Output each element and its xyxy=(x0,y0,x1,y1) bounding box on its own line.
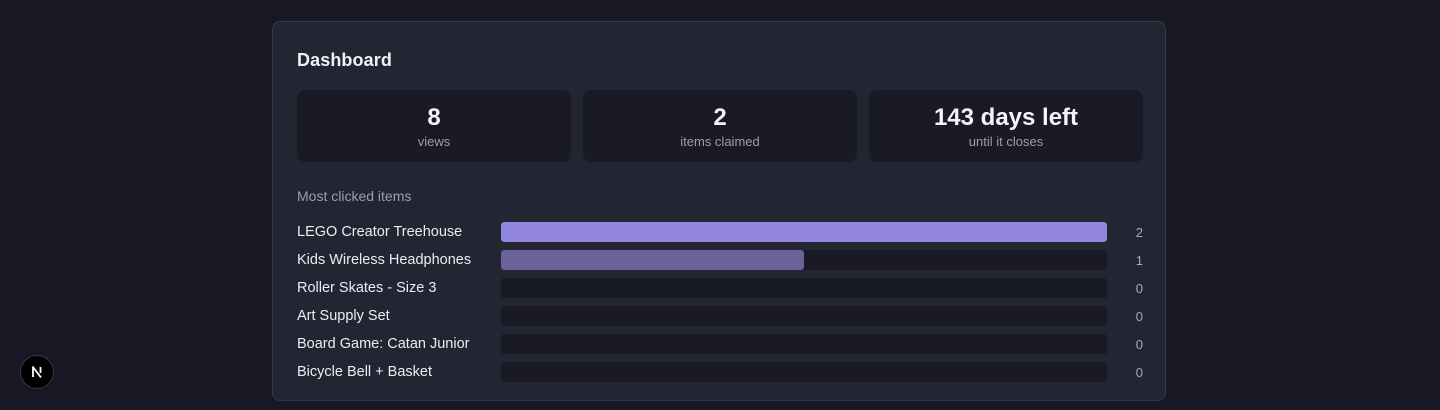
most-clicked-list: LEGO Creator Treehouse 2 Kids Wireless H… xyxy=(297,218,1143,386)
stat-label: items claimed xyxy=(680,133,760,149)
bar-fill xyxy=(501,250,804,270)
stat-value: 2 xyxy=(713,103,727,131)
item-count: 2 xyxy=(1135,224,1143,240)
item-name: Board Game: Catan Junior xyxy=(297,336,470,352)
list-item: Art Supply Set 0 xyxy=(297,302,1143,330)
list-item: Kids Wireless Headphones 1 xyxy=(297,246,1143,274)
bar-track xyxy=(501,306,1107,326)
item-count: 1 xyxy=(1135,252,1143,268)
nextjs-n-icon[interactable] xyxy=(20,355,54,389)
bar-track xyxy=(501,250,1107,270)
item-count: 0 xyxy=(1135,308,1143,324)
bar-fill xyxy=(501,222,1107,242)
bar-track xyxy=(501,334,1107,354)
bar-track xyxy=(501,278,1107,298)
item-name: Art Supply Set xyxy=(297,308,390,324)
item-count: 0 xyxy=(1135,280,1143,296)
stat-label: views xyxy=(417,133,451,149)
stats-row: 8 views 2 items claimed 143 days left un… xyxy=(297,90,1143,162)
list-item: Roller Skates - Size 3 0 xyxy=(297,274,1143,302)
list-item: LEGO Creator Treehouse 2 xyxy=(297,218,1143,246)
item-count: 0 xyxy=(1135,364,1143,380)
bar-track xyxy=(501,222,1107,242)
most-clicked-heading: Most clicked items xyxy=(297,188,412,204)
page-title: Dashboard xyxy=(297,50,392,70)
dashboard-card: Dashboard 8 views 2 items claimed 143 da… xyxy=(272,21,1166,401)
stat-label: until it closes xyxy=(968,133,1044,149)
item-name: Bicycle Bell + Basket xyxy=(297,364,432,380)
stat-value: 8 xyxy=(427,103,441,131)
n-logo-glyph xyxy=(32,366,42,379)
stat-days-left: 143 days left until it closes xyxy=(869,90,1143,162)
list-item: Board Game: Catan Junior 0 xyxy=(297,330,1143,358)
item-name: LEGO Creator Treehouse xyxy=(297,224,463,240)
stat-items-claimed: 2 items claimed xyxy=(583,90,857,162)
stat-value: 143 days left xyxy=(933,103,1079,131)
list-item: Bicycle Bell + Basket 0 xyxy=(297,358,1143,386)
item-name: Roller Skates - Size 3 xyxy=(297,280,437,296)
bar-track xyxy=(501,362,1107,382)
item-name: Kids Wireless Headphones xyxy=(297,252,472,268)
stat-views: 8 views xyxy=(297,90,571,162)
item-count: 0 xyxy=(1135,336,1143,352)
